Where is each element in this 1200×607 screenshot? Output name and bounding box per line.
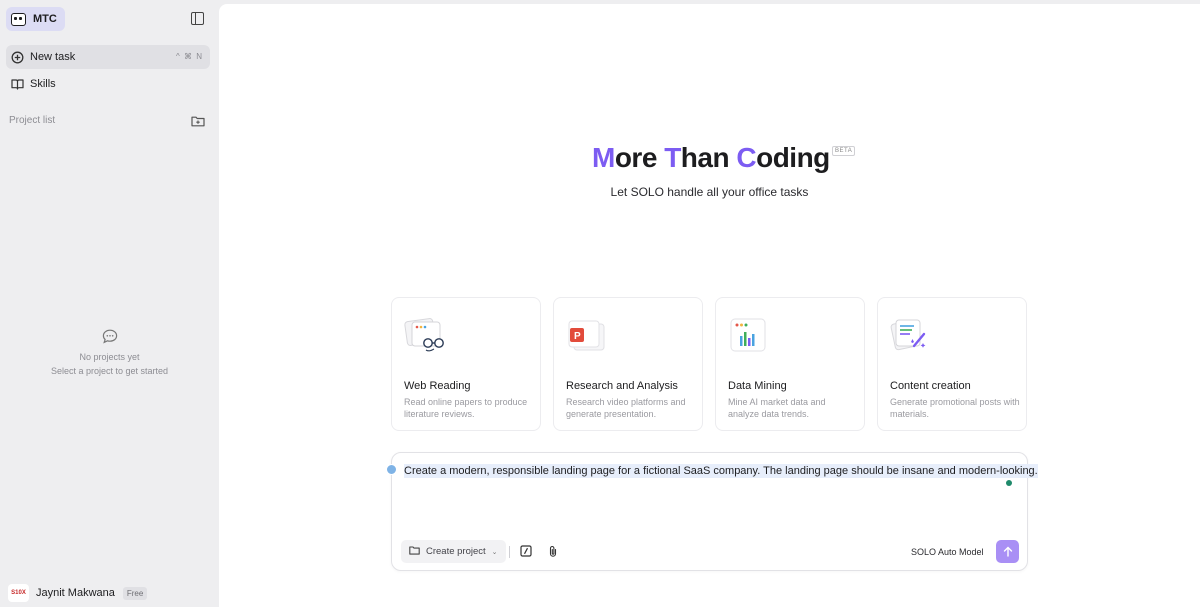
book-icon xyxy=(10,77,24,91)
prompt-input[interactable]: Create a modern, responsible landing pag… xyxy=(404,464,1038,478)
beta-badge: BETA xyxy=(832,146,856,156)
attach-button[interactable] xyxy=(546,544,560,558)
card-title: Content creation xyxy=(890,380,971,392)
user-profile[interactable]: S10X Jaynit Makwana Free xyxy=(8,584,148,602)
chart-icon xyxy=(728,316,772,354)
empty-projects-state: No projects yet Select a project to get … xyxy=(0,329,219,378)
create-project-label: Create project xyxy=(426,546,486,557)
hero-subtitle: Let SOLO handle all your office tasks xyxy=(610,185,809,199)
project-list-heading: Project list xyxy=(9,115,56,126)
empty-title: No projects yet xyxy=(79,352,140,362)
command-button[interactable] xyxy=(519,544,533,558)
new-task-label: New task xyxy=(30,51,76,63)
card-title: Research and Analysis xyxy=(566,380,678,392)
svg-text:P: P xyxy=(574,331,581,342)
model-selector[interactable]: SOLO Auto Model xyxy=(911,547,984,557)
paperclip-icon xyxy=(549,545,557,557)
avatar: S10X xyxy=(8,584,29,602)
status-dot xyxy=(1006,480,1012,486)
slash-command-icon xyxy=(520,545,532,557)
chevron-down-icon: ⌄ xyxy=(491,548,498,556)
send-button[interactable] xyxy=(996,540,1019,563)
task-composer[interactable]: Create a modern, responsible landing pag… xyxy=(386,452,1038,571)
new-task-icon xyxy=(10,50,24,64)
card-description: Research video platforms and generate pr… xyxy=(566,397,686,419)
presentation-icon: P xyxy=(566,316,610,354)
drag-handle-icon[interactable] xyxy=(386,464,397,475)
user-name: Jaynit Makwana xyxy=(36,587,115,599)
robot-logo-icon xyxy=(11,12,26,26)
folder-icon xyxy=(409,545,420,558)
hero-title-ore: ore xyxy=(614,142,665,173)
new-task-shortcut: ^ ⌘ N xyxy=(176,52,203,61)
hero-title-t: T xyxy=(664,142,681,173)
card-description: Generate promotional posts with material… xyxy=(890,397,1020,419)
new-task-button[interactable]: New task ^ ⌘ N xyxy=(6,45,210,69)
card-research-analysis[interactable]: P Research and Analysis Research video p… xyxy=(553,297,703,431)
pen-icon xyxy=(890,316,934,354)
card-description: Read online papers to produce literature… xyxy=(404,397,528,419)
main-panel: More Than Coding BETA Let SOLO handle al… xyxy=(219,4,1200,607)
toolbar-divider xyxy=(509,546,510,558)
web-reading-icon xyxy=(404,316,448,354)
hero-title-oding: oding xyxy=(756,142,830,173)
sidebar: MTC New task ^ ⌘ N Skills Project list N… xyxy=(0,0,219,607)
card-data-mining[interactable]: Data Mining Mine AI market data and anal… xyxy=(715,297,865,431)
card-title: Web Reading xyxy=(404,380,471,392)
sidebar-toggle-icon[interactable] xyxy=(191,12,204,25)
card-title: Data Mining xyxy=(728,380,787,392)
skills-nav-item[interactable]: Skills xyxy=(6,72,210,96)
workspace-switcher[interactable]: MTC xyxy=(6,7,65,31)
card-description: Mine AI market data and analyze data tre… xyxy=(728,397,826,419)
arrow-up-icon xyxy=(1003,546,1012,557)
plan-badge: Free xyxy=(122,586,148,600)
workspace-name: MTC xyxy=(33,13,57,25)
card-web-reading[interactable]: Web Reading Read online papers to produc… xyxy=(391,297,541,431)
card-content-creation[interactable]: Content creation Generate promotional po… xyxy=(877,297,1027,431)
empty-hint: Select a project to get started xyxy=(50,366,169,376)
create-project-button[interactable]: Create project ⌄ xyxy=(401,540,506,563)
hero-title: More Than Coding xyxy=(592,142,830,174)
skills-label: Skills xyxy=(30,78,56,90)
chat-bubble-icon xyxy=(102,329,117,344)
hero-title-m: M xyxy=(592,142,615,173)
hero-title-han: han xyxy=(680,142,737,173)
hero-title-c: C xyxy=(736,142,757,173)
add-folder-icon[interactable] xyxy=(191,114,205,127)
